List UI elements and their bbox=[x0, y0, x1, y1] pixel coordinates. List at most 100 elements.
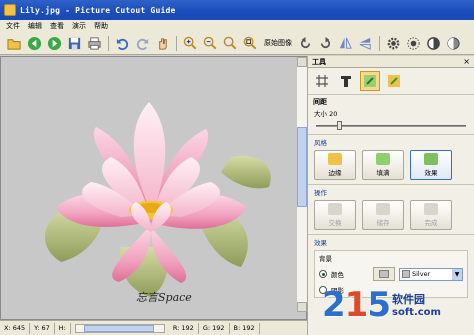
status-b: B: 192 bbox=[230, 322, 260, 334]
size-label: 大小 20 bbox=[314, 110, 338, 118]
eraser-icon bbox=[388, 75, 400, 87]
text-icon bbox=[341, 76, 351, 87]
rotate-left-button[interactable] bbox=[297, 35, 314, 52]
fill-button[interactable]: 填满 bbox=[362, 150, 404, 180]
effect-icon bbox=[424, 153, 438, 165]
scroll-down-button[interactable] bbox=[297, 302, 307, 312]
color-select[interactable]: Silver ▼ bbox=[399, 267, 463, 281]
text-tool-tab[interactable] bbox=[336, 71, 356, 91]
flip-horizontal-icon bbox=[339, 37, 352, 49]
status-y: Y: 67 bbox=[30, 322, 55, 334]
menu-file[interactable]: 文件 bbox=[6, 21, 20, 31]
redo-button[interactable] bbox=[134, 35, 151, 52]
swap-button[interactable]: 交换 bbox=[314, 200, 356, 230]
original-image-button[interactable]: 原始图像 bbox=[262, 38, 294, 48]
app-icon bbox=[4, 4, 16, 16]
style-group-label: 风格 bbox=[308, 134, 474, 148]
status-r: R: 192 bbox=[169, 322, 199, 334]
print-button[interactable] bbox=[86, 35, 103, 52]
zoom-in-button[interactable] bbox=[182, 35, 199, 52]
action-buttons: 交换 储存 完成 bbox=[308, 198, 474, 232]
vertical-scrollbar[interactable] bbox=[296, 57, 307, 312]
chevron-down-icon[interactable]: ▼ bbox=[452, 268, 462, 280]
slider-knob[interactable] bbox=[337, 121, 342, 130]
site-watermark: 215 软件园 soft.com bbox=[322, 281, 472, 333]
spacing-label: 间距 bbox=[313, 98, 327, 106]
window-title: Lily.jpg - Picture Cutout Guide bbox=[20, 5, 176, 15]
tool-tabs bbox=[308, 68, 474, 95]
undo-icon bbox=[116, 38, 129, 50]
color-swatch-button[interactable] bbox=[373, 267, 395, 281]
flip-vertical-icon bbox=[359, 37, 371, 50]
floppy-disk-icon bbox=[68, 37, 81, 49]
panel-title: 工具 bbox=[312, 57, 326, 66]
signature-text: 忘言Space bbox=[136, 291, 192, 304]
lotus-flower-image bbox=[44, 102, 271, 297]
gear-icon bbox=[387, 37, 400, 49]
toolbar: 原始图像 bbox=[0, 32, 474, 55]
zoom-actual-button[interactable] bbox=[242, 35, 259, 52]
open-button[interactable] bbox=[6, 35, 23, 52]
edge-icon bbox=[328, 153, 342, 165]
flip-vertical-button[interactable] bbox=[357, 35, 374, 52]
save-button[interactable] bbox=[66, 35, 83, 52]
rotate-right-icon bbox=[320, 36, 331, 48]
status-x: X: 645 bbox=[0, 322, 31, 334]
store-button[interactable]: 储存 bbox=[362, 200, 404, 230]
printer-icon bbox=[88, 36, 101, 50]
brightness-button[interactable] bbox=[405, 35, 422, 52]
hand-tool-button[interactable] bbox=[154, 35, 171, 52]
menu-help[interactable]: 帮助 bbox=[94, 21, 108, 31]
panel-header: 工具 × bbox=[308, 56, 474, 68]
magnifier-minus-icon bbox=[203, 36, 217, 49]
image-canvas[interactable]: 忘言Space bbox=[0, 56, 307, 320]
magnifier-icon bbox=[243, 36, 257, 49]
eraser-tool-tab[interactable] bbox=[384, 71, 404, 91]
menu-demo[interactable]: 演示 bbox=[72, 21, 86, 31]
back-button[interactable] bbox=[26, 35, 43, 52]
horizontal-scrollbar[interactable] bbox=[74, 323, 165, 333]
menu-edit[interactable]: 编辑 bbox=[28, 21, 42, 31]
background-label: 背景 bbox=[319, 255, 332, 263]
grid-tool-tab[interactable] bbox=[312, 71, 332, 91]
flip-horizontal-button[interactable] bbox=[337, 35, 354, 52]
rotate-left-icon bbox=[300, 36, 311, 48]
finish-icon bbox=[424, 203, 438, 215]
status-h: H: bbox=[55, 322, 71, 334]
toolbar-separator bbox=[379, 35, 380, 51]
action-group-label: 操作 bbox=[308, 184, 474, 198]
contrast-button[interactable] bbox=[425, 35, 442, 52]
close-icon[interactable]: × bbox=[463, 57, 470, 66]
magnifier-plus-icon bbox=[183, 36, 197, 49]
settings-button[interactable] bbox=[385, 35, 402, 52]
brush-icon bbox=[364, 75, 376, 87]
style-buttons: 边缘 填满 效果 bbox=[308, 148, 474, 182]
scroll-thumb[interactable] bbox=[83, 324, 154, 332]
effects-group-label: 效果 bbox=[308, 234, 474, 248]
color-radio[interactable] bbox=[319, 270, 327, 278]
effect-label: 效果 bbox=[424, 169, 438, 177]
edge-button[interactable]: 边缘 bbox=[314, 150, 356, 180]
magnifier-icon bbox=[223, 36, 237, 49]
brush-tool-tab[interactable] bbox=[360, 71, 380, 91]
scroll-thumb[interactable] bbox=[297, 127, 307, 207]
fill-icon bbox=[376, 153, 390, 165]
toolbar-separator bbox=[176, 35, 177, 51]
title-bar: Lily.jpg - Picture Cutout Guide bbox=[0, 0, 474, 20]
size-slider[interactable] bbox=[316, 121, 466, 131]
arrow-right-icon bbox=[47, 36, 62, 50]
menu-view[interactable]: 查看 bbox=[50, 21, 64, 31]
zoom-out-button[interactable] bbox=[202, 35, 219, 52]
zoom-fit-button[interactable] bbox=[222, 35, 239, 52]
forward-button[interactable] bbox=[46, 35, 63, 52]
undo-button[interactable] bbox=[114, 35, 131, 52]
store-icon bbox=[376, 203, 390, 215]
status-bar: X: 645 Y: 67 H: R: 192 G: 192 B: 192 bbox=[0, 320, 307, 335]
finish-button[interactable]: 完成 bbox=[410, 200, 452, 230]
scroll-up-button[interactable] bbox=[297, 57, 307, 67]
store-label: 储存 bbox=[376, 219, 390, 227]
watermark-url: soft.com bbox=[392, 307, 441, 318]
color-button[interactable] bbox=[445, 35, 462, 52]
rotate-right-button[interactable] bbox=[317, 35, 334, 52]
effect-button[interactable]: 效果 bbox=[410, 150, 452, 180]
